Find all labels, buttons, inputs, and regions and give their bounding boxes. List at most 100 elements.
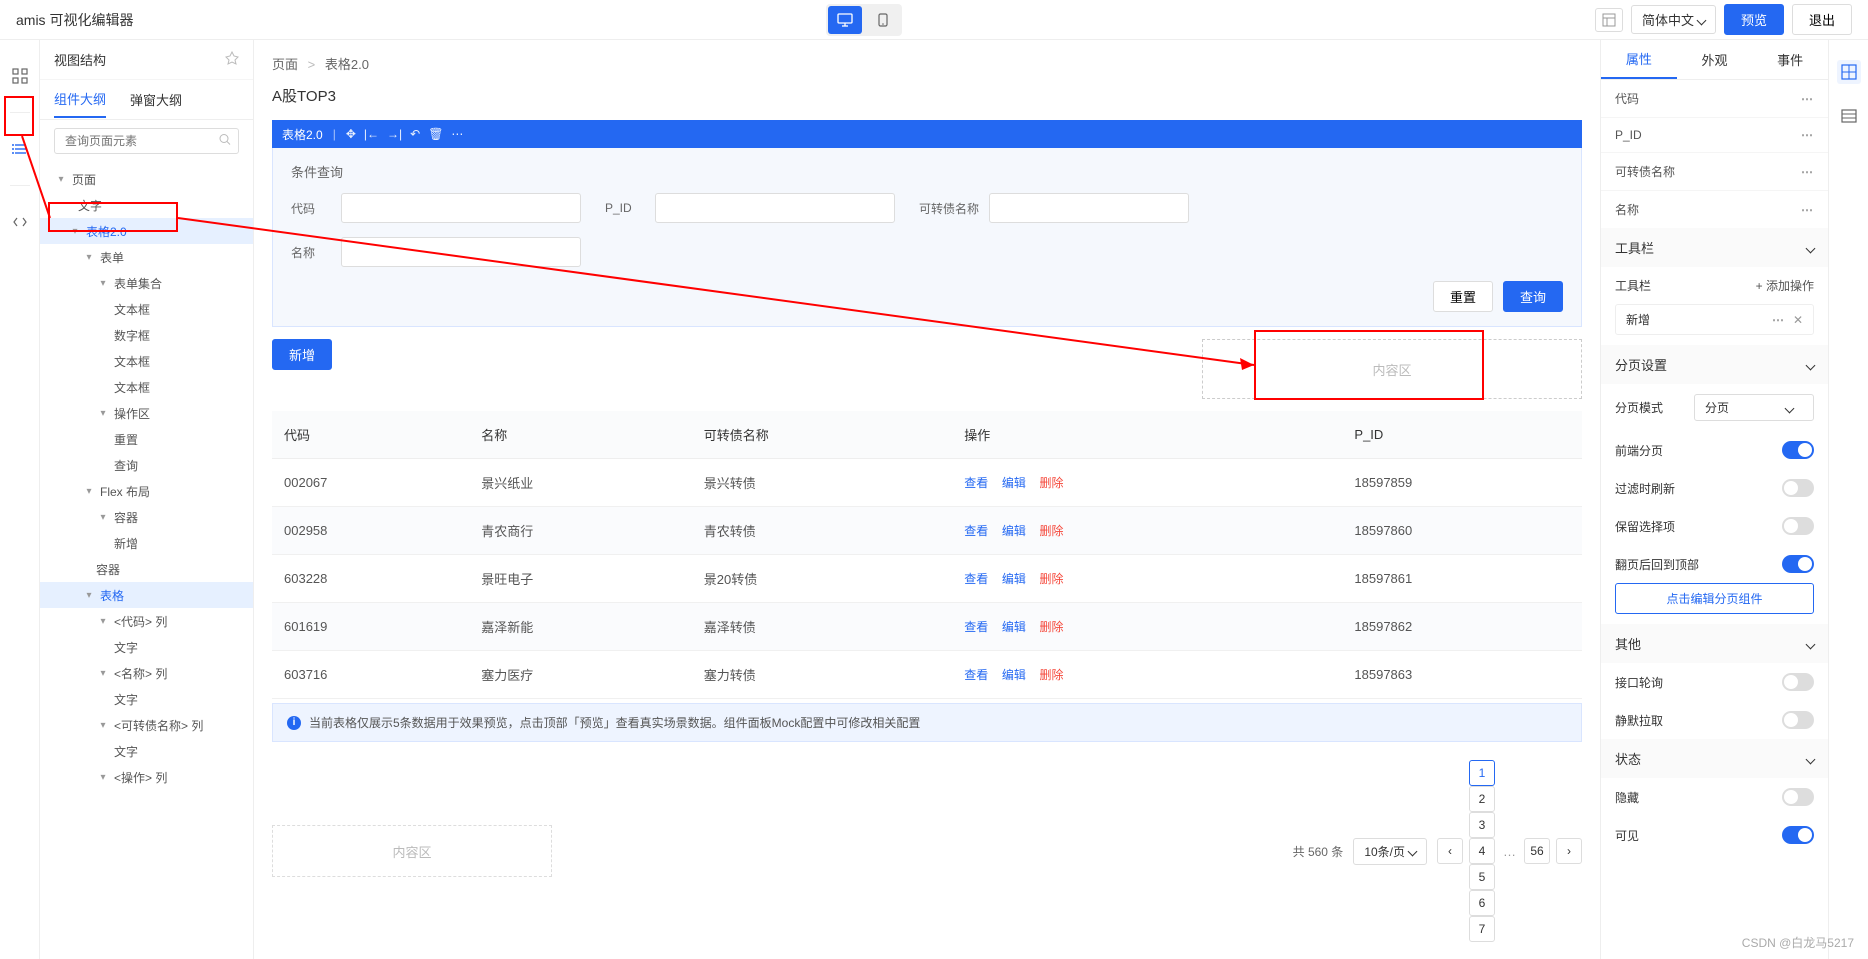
- th-code[interactable]: 代码: [272, 411, 469, 459]
- keep-selection-toggle[interactable]: [1782, 517, 1814, 535]
- reset-button[interactable]: 重置: [1433, 281, 1493, 312]
- th-name[interactable]: 名称: [469, 411, 691, 459]
- view-link[interactable]: 查看: [964, 524, 988, 538]
- filter-input-name[interactable]: [341, 237, 581, 267]
- delete-icon[interactable]: 🗑: [428, 127, 443, 141]
- tree-node-col-op[interactable]: ▾<操作> 列: [40, 764, 253, 790]
- delete-link[interactable]: 删除: [1040, 620, 1064, 634]
- table-row[interactable]: 002067 景兴纸业 景兴转债 查看 编辑 删除 18597859: [272, 459, 1582, 507]
- tree-node-numbox[interactable]: 数字框: [40, 322, 253, 348]
- language-select[interactable]: 简体中文: [1631, 5, 1716, 34]
- tree-node-col-name[interactable]: ▾<名称> 列: [40, 660, 253, 686]
- tree-node-table20[interactable]: ▾表格2.0: [40, 218, 253, 244]
- tab-component-outline[interactable]: 组件大纲: [54, 81, 106, 118]
- tree-node-container[interactable]: ▾容器: [40, 504, 253, 530]
- tree-node-textbox[interactable]: 文本框: [40, 374, 253, 400]
- table-row[interactable]: 603228 景旺电子 景20转债 查看 编辑 删除 18597861: [272, 555, 1582, 603]
- outline-search-input[interactable]: [54, 128, 239, 154]
- scroll-top-toggle[interactable]: [1782, 555, 1814, 573]
- tree-node-page[interactable]: ▾页面: [40, 166, 253, 192]
- view-link[interactable]: 查看: [964, 476, 988, 490]
- filter-input-pid[interactable]: [655, 193, 895, 223]
- arrow-first-icon[interactable]: |←: [364, 127, 379, 141]
- pin-icon[interactable]: [225, 51, 239, 68]
- undo-icon[interactable]: ↶: [410, 127, 420, 141]
- preview-button[interactable]: 预览: [1724, 4, 1784, 35]
- layout-icon-button[interactable]: [1595, 8, 1623, 32]
- tree-node-container[interactable]: 容器: [40, 556, 253, 582]
- more-icon[interactable]: ⋯: [1801, 165, 1814, 179]
- more-icon[interactable]: ⋯: [451, 127, 463, 141]
- polling-toggle[interactable]: [1782, 673, 1814, 691]
- page-number[interactable]: 7: [1469, 916, 1495, 942]
- page-number[interactable]: 5: [1469, 864, 1495, 890]
- tree-node-text[interactable]: 文字: [40, 738, 253, 764]
- tree-node-col-bond[interactable]: ▾<可转债名称> 列: [40, 712, 253, 738]
- page-number[interactable]: 3: [1469, 812, 1495, 838]
- page-number[interactable]: 2: [1469, 786, 1495, 812]
- tab-dialog-outline[interactable]: 弹窗大纲: [130, 82, 182, 117]
- th-pid[interactable]: P_ID: [1342, 411, 1582, 459]
- tree-node-text[interactable]: 文字: [40, 192, 253, 218]
- more-icon[interactable]: ⋯: [1801, 92, 1814, 106]
- move-icon[interactable]: ✥: [346, 127, 356, 141]
- tree-node-add[interactable]: 新增: [40, 530, 253, 556]
- tree-node-col-code[interactable]: ▾<代码> 列: [40, 608, 253, 634]
- delete-link[interactable]: 删除: [1040, 524, 1064, 538]
- tree-node-query[interactable]: 查询: [40, 452, 253, 478]
- content-placeholder[interactable]: 内容区: [1202, 339, 1582, 399]
- tree-node-textbox[interactable]: 文本框: [40, 296, 253, 322]
- delete-link[interactable]: 删除: [1040, 572, 1064, 586]
- edit-link[interactable]: 编辑: [1002, 572, 1026, 586]
- rail-code-button[interactable]: [8, 210, 32, 234]
- tree-node-textbox[interactable]: 文本框: [40, 348, 253, 374]
- silent-pull-toggle[interactable]: [1782, 711, 1814, 729]
- paging-section-header[interactable]: 分页设置: [1601, 345, 1828, 384]
- viewport-desktop-button[interactable]: [828, 6, 862, 34]
- tree-node-flex[interactable]: ▾Flex 布局: [40, 478, 253, 504]
- page-number[interactable]: 6: [1469, 890, 1495, 916]
- other-section-header[interactable]: 其他: [1601, 624, 1828, 663]
- th-ops[interactable]: 操作: [952, 411, 1342, 459]
- refresh-on-filter-toggle[interactable]: [1782, 479, 1814, 497]
- table-row[interactable]: 601619 嘉泽新能 嘉泽转债 查看 编辑 删除 18597862: [272, 603, 1582, 651]
- th-bond[interactable]: 可转债名称: [692, 411, 953, 459]
- edit-pager-button[interactable]: 点击编辑分页组件: [1615, 583, 1814, 614]
- page-last[interactable]: 56: [1524, 838, 1550, 864]
- edit-link[interactable]: 编辑: [1002, 476, 1026, 490]
- per-page-select[interactable]: 10条/页: [1353, 838, 1427, 865]
- view-link[interactable]: 查看: [964, 668, 988, 682]
- edit-link[interactable]: 编辑: [1002, 620, 1026, 634]
- more-icon[interactable]: ⋯: [1772, 313, 1785, 327]
- right-rail-grid-button[interactable]: [1837, 60, 1861, 84]
- tree-node-reset[interactable]: 重置: [40, 426, 253, 452]
- tab-events[interactable]: 事件: [1752, 40, 1828, 79]
- frontend-paging-toggle[interactable]: [1782, 441, 1814, 459]
- tree-node-formset[interactable]: ▾表单集合: [40, 270, 253, 296]
- page-number[interactable]: 1: [1469, 760, 1495, 786]
- more-icon[interactable]: ⋯: [1801, 203, 1814, 217]
- right-rail-table-button[interactable]: [1837, 104, 1861, 128]
- page-prev[interactable]: ‹: [1437, 838, 1463, 864]
- tree-node-text[interactable]: 文字: [40, 634, 253, 660]
- delete-link[interactable]: 删除: [1040, 476, 1064, 490]
- state-section-header[interactable]: 状态: [1601, 739, 1828, 778]
- query-button[interactable]: 查询: [1503, 281, 1563, 312]
- tab-appearance[interactable]: 外观: [1677, 40, 1753, 79]
- edit-link[interactable]: 编辑: [1002, 524, 1026, 538]
- table-row[interactable]: 603716 塞力医疗 塞力转债 查看 编辑 删除 18597863: [272, 651, 1582, 699]
- arrow-last-icon[interactable]: →|: [387, 127, 402, 141]
- table-row[interactable]: 002958 青农商行 青农转债 查看 编辑 删除 18597860: [272, 507, 1582, 555]
- view-link[interactable]: 查看: [964, 620, 988, 634]
- more-icon[interactable]: ⋯: [1801, 128, 1814, 142]
- edit-link[interactable]: 编辑: [1002, 668, 1026, 682]
- add-button[interactable]: 新增: [272, 339, 332, 370]
- delete-link[interactable]: 删除: [1040, 668, 1064, 682]
- hidden-toggle[interactable]: [1782, 788, 1814, 806]
- exit-button[interactable]: 退出: [1792, 4, 1852, 35]
- filter-input-bond[interactable]: [989, 193, 1189, 223]
- close-icon[interactable]: ✕: [1793, 313, 1803, 327]
- viewport-mobile-button[interactable]: [866, 6, 900, 34]
- tree-node-form[interactable]: ▾表单: [40, 244, 253, 270]
- page-number[interactable]: 4: [1469, 838, 1495, 864]
